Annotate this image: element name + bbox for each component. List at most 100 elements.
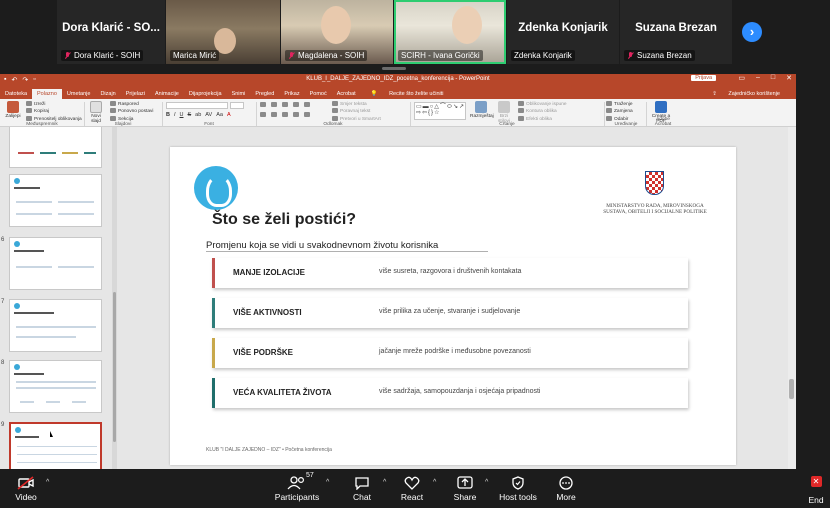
subtitle-underline <box>206 251 488 252</box>
group-label: Adobe Acrobat <box>654 117 672 127</box>
tell-me-search[interactable]: 💡 Recite što želite učiniti <box>361 89 454 99</box>
slide-number: 7 <box>1 299 5 305</box>
participant-label: Zdenka Konjarik <box>511 50 575 61</box>
close-icon[interactable]: ✕ <box>786 74 792 82</box>
goal-title: VIŠE PODRŠKE <box>233 348 294 357</box>
slide-thumbnail[interactable] <box>9 237 102 290</box>
justify-icon[interactable] <box>293 112 299 117</box>
line-spacing-icon[interactable] <box>304 102 310 107</box>
replace-button[interactable]: Zamjena <box>606 108 646 115</box>
participant-tile[interactable]: Zdenka Konjarik Zdenka Konjarik <box>507 0 619 64</box>
slide-canvas[interactable]: MINISTARSTVO RADA, MIROVINSKOGA SUSTAVA,… <box>170 147 736 465</box>
slide-thumbnail[interactable] <box>9 299 102 352</box>
cut-button[interactable]: Izreži <box>26 101 82 108</box>
tab-review[interactable]: Pregled <box>250 89 279 99</box>
tab-transitions[interactable]: Prijelazi <box>121 89 150 99</box>
minimize-icon[interactable]: – <box>756 74 760 82</box>
font-color-button[interactable]: A <box>227 112 231 118</box>
reset-button[interactable]: Ponovno postavi <box>110 108 153 115</box>
indent-increase-icon[interactable] <box>293 102 299 107</box>
participants-options-chevron-icon[interactable]: ^ <box>326 479 329 486</box>
font-size-dropdown[interactable] <box>230 102 244 109</box>
align-left-icon[interactable] <box>260 112 266 117</box>
replace-icon <box>606 108 612 114</box>
slide-scrollbar[interactable] <box>788 127 796 469</box>
tab-help[interactable]: Pomoć <box>305 89 332 99</box>
document-title: KLUB_I_DALJE_ZAJEDNO_IDZ_pocetna_konfere… <box>306 76 490 82</box>
tab-animations[interactable]: Animacije <box>150 89 184 99</box>
ribbon-options-icon[interactable]: ▭ <box>738 74 745 82</box>
participants-button[interactable]: 57 Participants <box>267 472 327 502</box>
quick-styles-button[interactable]: Brzi stilovi <box>496 101 512 124</box>
find-button[interactable]: Traženje <box>606 101 646 108</box>
more-dots-icon <box>536 476 596 490</box>
arrange-button[interactable]: Razmještaj <box>470 101 494 119</box>
scrollbar-thumb[interactable] <box>789 379 794 399</box>
participant-video-tile-active-speaker[interactable]: SCIRH - Ivana Gorički <box>394 0 506 64</box>
paste-button[interactable]: Zalijepi <box>4 101 22 119</box>
copy-button[interactable]: Kopiraj <box>26 108 82 115</box>
align-center-icon[interactable] <box>271 112 277 117</box>
copy-icon <box>26 108 32 114</box>
bullets-icon[interactable] <box>260 102 266 107</box>
goal-card: MANJE IZOLACIJE više susreta, razgovora … <box>212 258 688 288</box>
maximize-icon[interactable]: □ <box>771 74 775 82</box>
tab-file[interactable]: Datoteka <box>0 89 32 99</box>
signin-button[interactable]: Prijava <box>691 75 716 81</box>
croatia-coat-of-arms <box>645 171 664 195</box>
tab-acrobat[interactable]: Acrobat <box>332 89 361 99</box>
slide-thumbnail[interactable] <box>9 127 102 168</box>
align-right-icon[interactable] <box>282 112 288 117</box>
tab-design[interactable]: Dizajn <box>95 89 120 99</box>
strip-resize-handle[interactable] <box>382 67 406 70</box>
shadow-button[interactable]: ab <box>195 112 201 118</box>
text-direction-icon <box>332 101 338 106</box>
goal-description: više sadržaja, samopouzdanja i osjećaja … <box>379 388 541 395</box>
share-button[interactable]: ⇪ Zajedničko korištenje <box>702 89 790 99</box>
end-meeting-button[interactable]: ✕ End <box>807 476 825 508</box>
text-direction-button[interactable]: Smjer teksta <box>332 101 381 108</box>
numbering-icon[interactable] <box>271 102 277 107</box>
slide-thumbnail[interactable] <box>9 360 102 413</box>
indent-decrease-icon[interactable] <box>282 102 288 107</box>
tab-record[interactable]: Snimi <box>227 89 251 99</box>
new-slide-button[interactable]: Novi slajd <box>88 101 104 124</box>
change-case-button[interactable]: Aa <box>216 112 223 118</box>
slide-footer: KLUB "I DALJE ZAJEDNO – IDZ" • Početna k… <box>206 447 332 453</box>
strikethrough-button[interactable]: S <box>188 112 192 118</box>
chevron-right-icon[interactable]: › <box>742 22 762 42</box>
quick-styles-icon <box>498 101 510 113</box>
spacing-button[interactable]: AV <box>205 112 212 118</box>
participant-name: Zdenka Konjarik <box>518 22 608 34</box>
slide-number: 8 <box>1 360 5 366</box>
participant-strip: Dora Klarić - SO... Dora Klarić - SOIH M… <box>0 0 830 64</box>
ribbon-tabs: Datoteka Polazno Umetanje Dizajn Prijela… <box>0 86 796 99</box>
ppt-title-bar: ▪ ↶ ↷ ▫ KLUB_I_DALJE_ZAJEDNO_IDZ_pocetna… <box>0 74 796 86</box>
font-family-dropdown[interactable] <box>166 102 228 109</box>
columns-icon[interactable] <box>304 112 310 117</box>
shape-fill-button[interactable]: Oblikovanje ispune <box>518 101 567 108</box>
shape-outline-button[interactable]: Kontura oblika <box>518 108 567 115</box>
participant-tile[interactable]: Suzana Brezan Suzana Brezan <box>620 0 732 64</box>
participant-tile[interactable]: Dora Klarić - SO... Dora Klarić - SOIH <box>57 0 165 64</box>
layout-button[interactable]: Raspored <box>110 101 153 108</box>
more-button[interactable]: More <box>536 476 596 502</box>
tab-home[interactable]: Polazno <box>32 89 62 99</box>
slide-thumbnail[interactable] <box>9 174 102 227</box>
shapes-gallery[interactable]: ▭▬○△⌒⬭↘↗ ⇨⇦{}☆ <box>414 102 466 120</box>
participant-video-tile[interactable]: Marica Mirić <box>166 0 280 64</box>
video-options-chevron-icon[interactable]: ^ <box>46 479 49 486</box>
scrollbar-thumb[interactable] <box>113 292 116 442</box>
group-drawing: ▭▬○△⌒⬭↘↗ ⇨⇦{}☆ Razmještaj Brzi stilovi O… <box>412 101 602 127</box>
effects-icon <box>518 115 524 121</box>
align-text-button[interactable]: Poravnaj tekst <box>332 108 381 115</box>
participant-video-tile[interactable]: Magdalena - SOIH <box>281 0 393 64</box>
italic-button[interactable]: I <box>174 112 176 118</box>
underline-button[interactable]: U <box>180 112 184 118</box>
tab-view[interactable]: Prikaz <box>279 89 304 99</box>
tab-insert[interactable]: Umetanje <box>62 89 96 99</box>
bold-button[interactable]: B <box>166 112 170 118</box>
tab-slideshow[interactable]: Dijaprojekcija <box>184 89 227 99</box>
fill-icon <box>518 101 524 106</box>
slide-thumbnail-selected[interactable] <box>9 422 102 469</box>
